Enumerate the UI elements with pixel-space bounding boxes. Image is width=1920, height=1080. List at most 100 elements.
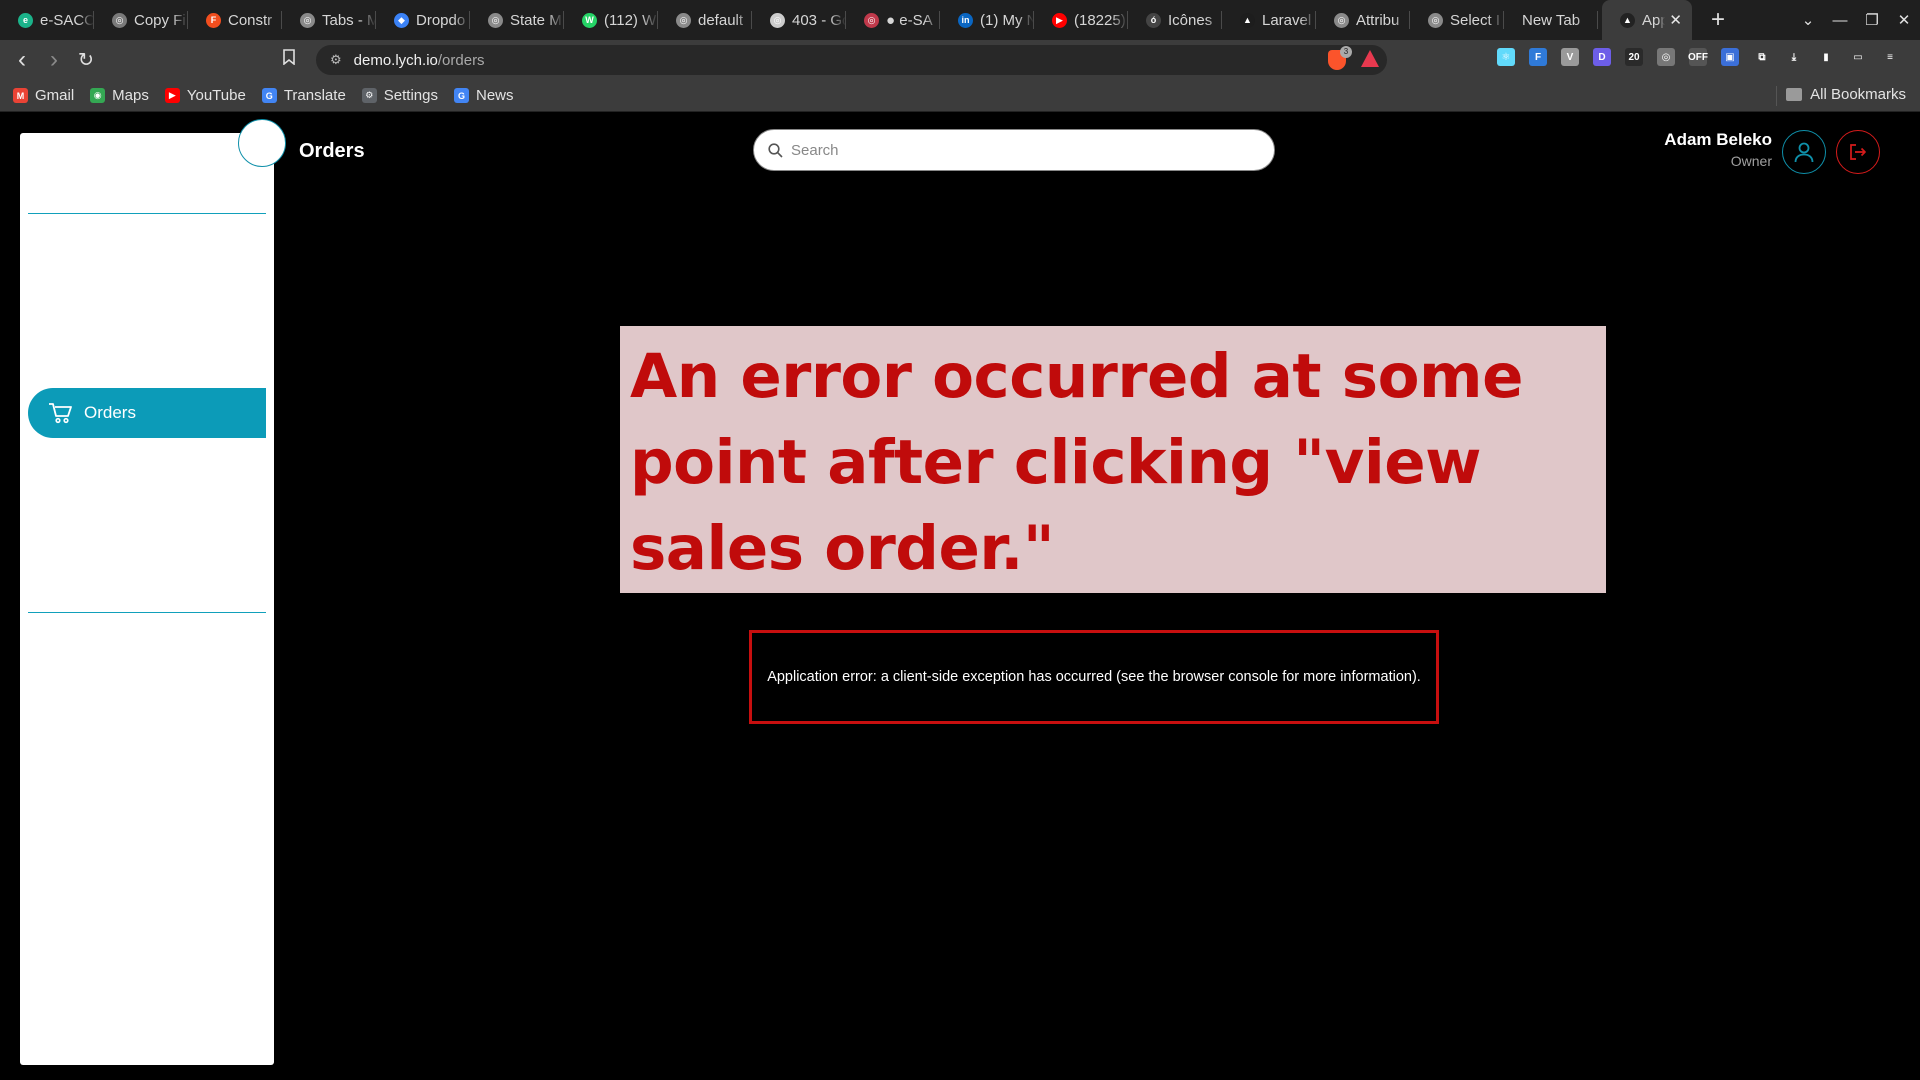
browser-tab[interactable]: ◎ Tabs - M [282, 0, 376, 40]
folder-icon [1786, 88, 1803, 101]
brave-shields-icon[interactable]: 3 [1328, 46, 1352, 70]
browser-tab[interactable]: ◆ Dropdo [376, 0, 470, 40]
bookmark-maps[interactable]: ◉ Maps [90, 87, 149, 104]
browser-tab[interactable]: W (112) W [564, 0, 658, 40]
tab-favicon-icon: ◆ [394, 12, 409, 28]
extension-circle-icon[interactable]: ◎ [1657, 48, 1675, 66]
extension-f-icon[interactable]: F [1529, 48, 1547, 66]
bookmark-translate[interactable]: G Translate [261, 87, 346, 104]
bookmark-settings[interactable]: ⚙ Settings [361, 87, 438, 104]
browser-tab[interactable]: ▲ Laravel [1222, 0, 1316, 40]
back-button[interactable]: ‹ [6, 46, 38, 74]
browser-tab[interactable]: e e-SACCO [0, 0, 94, 40]
wallet-icon[interactable]: ▭ [1849, 48, 1867, 66]
browser-tab[interactable]: ◎ default [658, 0, 752, 40]
menu-icon[interactable]: ≡ [1881, 48, 1899, 66]
extension-off-icon[interactable]: OFF [1688, 48, 1708, 66]
tab-label: Attribu [1356, 11, 1400, 29]
tab-active[interactable]: ▲ App ✕ [1602, 0, 1692, 40]
site-info-icon[interactable]: ⚙ [330, 52, 342, 68]
tab-favicon-icon: ó [1146, 12, 1161, 28]
app-viewport: Orders Orders Adam Beleko Owner An error… [0, 113, 1920, 1080]
tab-favicon-icon: ◎ [676, 12, 691, 28]
tab-label: Laravel [1262, 11, 1312, 29]
maximize-button[interactable]: ❐ [1856, 11, 1888, 29]
gmail-icon: M [13, 88, 28, 103]
brave-rewards-icon[interactable] [1361, 50, 1379, 67]
browser-tab[interactable]: ◎ Copy Fi [94, 0, 188, 40]
sidebar-item-orders[interactable]: Orders [28, 388, 266, 438]
react-devtools-icon[interactable]: ⚛ [1497, 48, 1515, 66]
search-input[interactable] [791, 141, 1251, 159]
extension-icons: ⚛ F V D 20 ◎ OFF ▣ ⧉ ⤓ ▮ ▭ ≡ [1497, 48, 1913, 66]
user-role: Owner [1730, 153, 1772, 169]
error-annotation: An error occurred at some point after cl… [620, 326, 1606, 593]
bookmark-list: M Gmail ◉ Maps ▶ YouTube G Translate ⚙ Settings G N… [13, 87, 530, 104]
news-icon: G [454, 88, 469, 103]
user-icon [1794, 142, 1814, 163]
tab-favicon-icon: ◎ [864, 12, 879, 28]
downloads-icon[interactable]: ⤓ [1785, 48, 1803, 66]
browser-tab[interactable]: F Constr [188, 0, 282, 40]
browser-tab[interactable]: ◎ Select I [1410, 0, 1504, 40]
sidebar: Orders [20, 133, 274, 1065]
tab-favicon-icon: ▶ [1052, 12, 1067, 28]
tab-search-chevron-icon[interactable]: ⌄ [1792, 11, 1824, 29]
minimize-button[interactable]: — [1824, 12, 1856, 29]
bookmark-label: News [476, 87, 514, 104]
tab-label: Icônes [1168, 11, 1213, 29]
settings-icon: ⚙ [361, 88, 377, 103]
browser-tab[interactable]: ▶ (18225) [1034, 0, 1128, 40]
bookmark-label: YouTube [186, 87, 246, 104]
tab-favicon-icon: in [958, 12, 973, 28]
sidebar-toggle-icon[interactable]: ▮ [1817, 48, 1835, 66]
tab-label: New Tab [1522, 11, 1581, 29]
browser-tab[interactable]: ◎ Attribu [1316, 0, 1410, 40]
bookmark-news[interactable]: G News [454, 87, 514, 104]
bookmark-label: Translate [283, 87, 346, 104]
bookmark-youtube[interactable]: ▶ YouTube [164, 87, 246, 104]
sidebar-item-label: Orders [84, 403, 136, 422]
extensions-puzzle-icon[interactable]: ⧉ [1753, 48, 1771, 66]
browser-tab[interactable]: New Tab [1504, 0, 1598, 40]
application-error-box: Application error: a client-side excepti… [749, 630, 1439, 724]
logout-button[interactable] [1836, 130, 1880, 174]
profile-button[interactable] [1782, 130, 1826, 174]
tab-strip: ee-SACCO◎Copy FiFConstr◎Tabs - M◆Dropdo◎… [0, 0, 1598, 40]
tab-label: App [1642, 11, 1666, 29]
search-icon [768, 142, 783, 158]
browser-tab[interactable]: in (1) My N [940, 0, 1034, 40]
tab-favicon-icon: ◎ [770, 12, 785, 28]
search-box[interactable] [753, 129, 1275, 171]
reload-button[interactable]: ↻ [70, 49, 102, 72]
tab-close-icon[interactable]: ✕ [1669, 11, 1682, 29]
vue-devtools-icon[interactable]: V [1561, 48, 1579, 66]
extension-d-icon[interactable]: D [1593, 48, 1611, 66]
app-favicon-icon: ▲ [1620, 12, 1635, 28]
logo[interactable] [238, 119, 286, 167]
all-bookmarks-button[interactable]: All Bookmarks [1776, 86, 1906, 106]
browser-tab-bar: ee-SACCO◎Copy FiFConstr◎Tabs - M◆Dropdo◎… [0, 0, 1920, 40]
translate-icon: G [261, 88, 277, 103]
bookmark-this-tab-icon[interactable] [283, 49, 295, 70]
tab-favicon-icon: W [582, 12, 597, 28]
tab-label: Tabs - M [322, 11, 376, 29]
browser-tab[interactable]: ó Icônes [1128, 0, 1222, 40]
extension-20-icon[interactable]: 20 [1625, 48, 1643, 66]
tab-label: (1) My N [980, 11, 1034, 29]
bookmark-gmail[interactable]: M Gmail [13, 87, 74, 104]
address-bar[interactable]: ⚙ demo.lych.io/orders ⋖ [316, 45, 1387, 75]
browser-tab[interactable]: ◎ 403 - Go [752, 0, 846, 40]
browser-tab[interactable]: ◎ ● e-SA [846, 0, 940, 40]
user-name: Adam Beleko [1664, 130, 1772, 149]
sidebar-divider [28, 213, 266, 214]
window-close-button[interactable]: ✕ [1888, 11, 1920, 29]
tab-label: Constr [228, 11, 273, 29]
new-tab-button[interactable]: + [1706, 8, 1730, 32]
tab-label: 403 - Go [792, 11, 846, 29]
extension-windows-icon[interactable]: ▣ [1721, 48, 1739, 66]
shield-count-badge: 3 [1340, 46, 1352, 58]
browser-tab[interactable]: ◎ State M [470, 0, 564, 40]
tab-favicon-icon: ◎ [488, 12, 503, 28]
forward-button[interactable]: › [38, 46, 70, 74]
